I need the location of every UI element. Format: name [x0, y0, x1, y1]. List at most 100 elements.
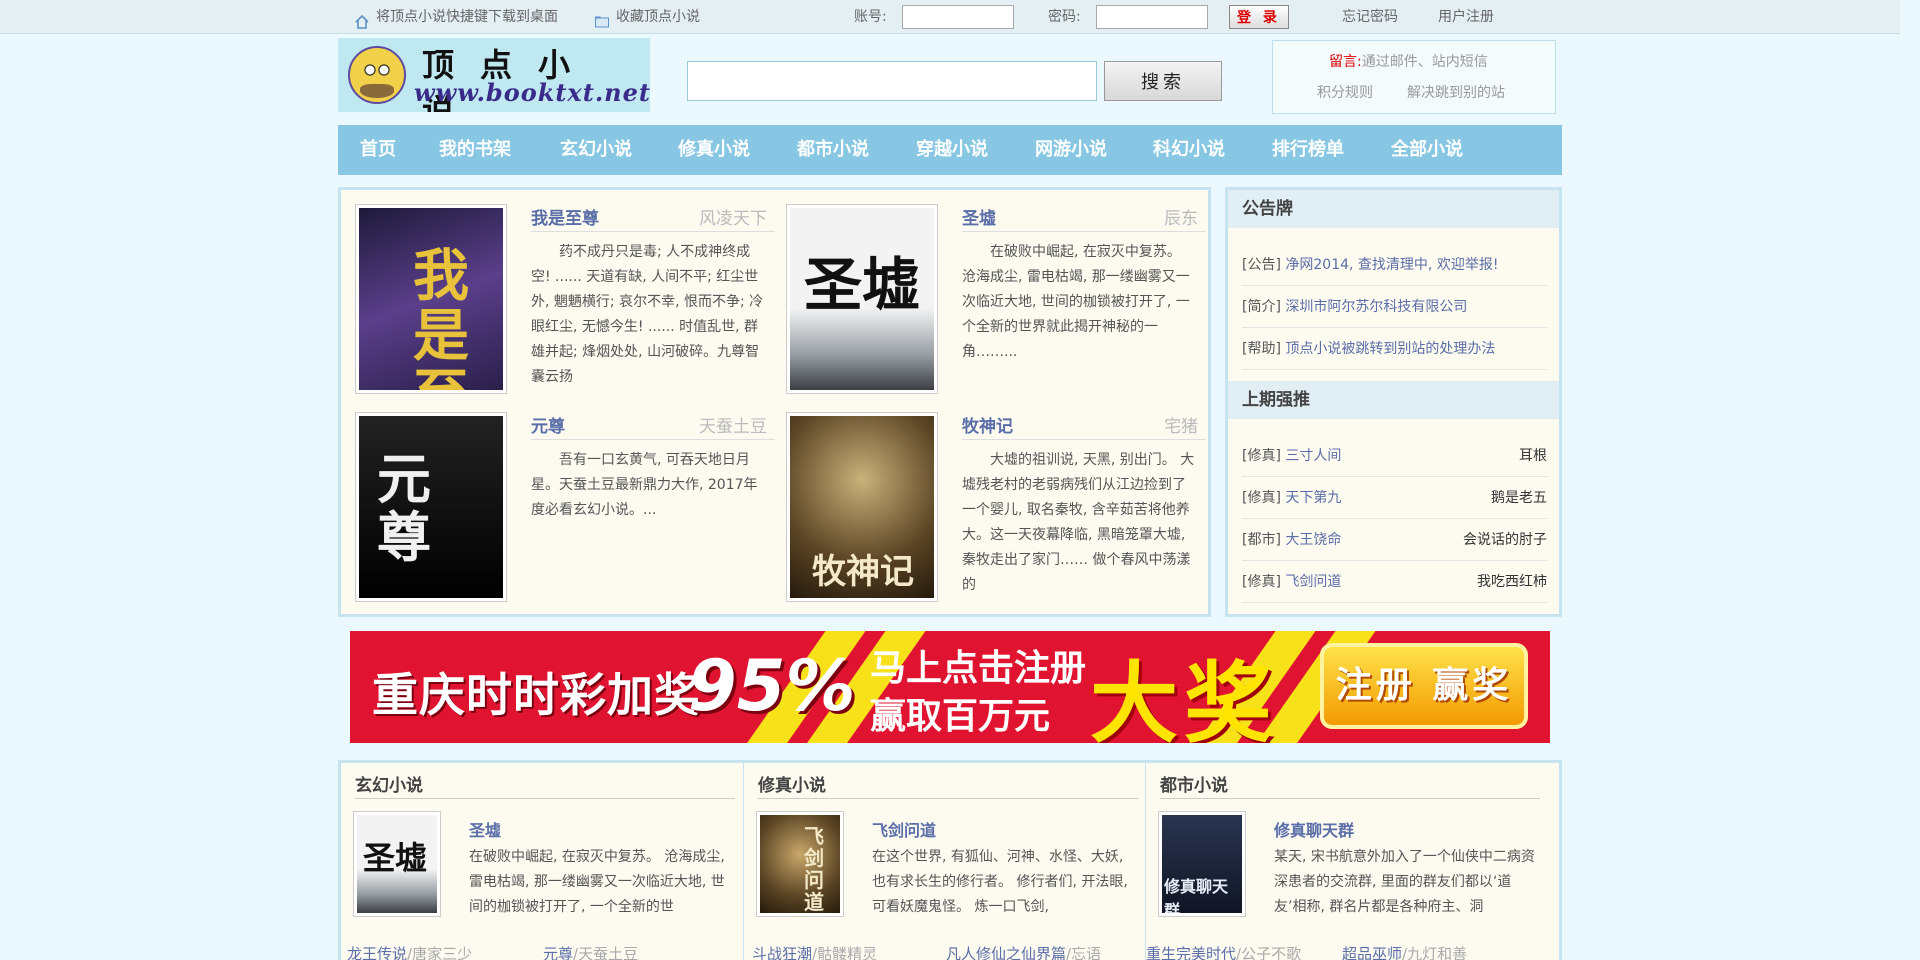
cover-title-text: 圣墟	[363, 839, 428, 877]
forgot-password-link[interactable]: 忘记密码	[1342, 0, 1398, 34]
cover-art: 我是至尊	[359, 208, 503, 390]
book-author[interactable]: 天蚕土豆	[699, 412, 767, 437]
nav-wangyou[interactable]: 网游小说	[1035, 125, 1107, 175]
message-link[interactable]: 通过邮件、站内短信	[1362, 54, 1488, 70]
more-book: 元尊/天蚕土豆	[543, 943, 638, 960]
book-cover[interactable]: 圣墟	[786, 204, 938, 394]
category-book-title[interactable]: 修真聊天群	[1274, 817, 1354, 841]
book-description: 吾有一口玄黄气, 可吞天地日月星。天蚕土豆最新鼎力大作, 2017年度必看玄幻小…	[531, 452, 758, 518]
cover-title-text: 我是至尊	[413, 243, 469, 390]
featured-book: 元尊 元尊 天蚕土豆 吾有一口玄黄气, 可吞天地日月星。天蚕土豆最新鼎力大作, …	[355, 412, 775, 612]
account-input[interactable]	[902, 5, 1014, 29]
category-book-description: 在这个世界, 有狐仙、河神、水怪、大妖, 也有求长生的修行者。 修行者们, 开法…	[872, 849, 1128, 915]
more-book: 超品巫师/九灯和善	[1342, 943, 1467, 960]
site-logo[interactable]: 顶点小说 www.booktxt.net	[338, 38, 650, 112]
recommend-author[interactable]: 我吃西红柿	[1477, 561, 1547, 602]
book-title[interactable]: 我是至尊	[531, 204, 599, 229]
book-title[interactable]: 圣墟	[962, 204, 996, 229]
search-input[interactable]	[687, 61, 1097, 101]
category-book-description: 某天, 宋书航意外加入了一个仙侠中二病资深患者的交流群, 里面的群友们都以‘道友…	[1274, 849, 1535, 915]
cover-title-text: 元尊	[377, 447, 431, 569]
recommend-book-link[interactable]: 天下第九	[1285, 490, 1341, 506]
nav-ranking[interactable]: 排行榜单	[1272, 125, 1344, 175]
nav-home[interactable]: 首页	[360, 125, 396, 175]
bookmark-desktop-label: 将顶点小说快捷键下载到桌面	[376, 9, 558, 25]
divider	[531, 439, 775, 440]
book-author[interactable]: 宅猪	[1164, 412, 1198, 437]
recommend-author[interactable]: 鹅是老五	[1491, 477, 1547, 518]
cover-title-text: 圣墟	[804, 251, 921, 319]
more-book-title[interactable]: 凡人修仙之仙界篇	[946, 945, 1066, 960]
redirect-fix-link[interactable]: 解决跳到别的站	[1407, 82, 1505, 102]
recommend-category: [都市]	[1242, 532, 1281, 548]
more-book-title[interactable]: 元尊	[543, 945, 573, 960]
recommend-author[interactable]: 会说话的肘子	[1463, 519, 1547, 560]
nav-xuanhuan[interactable]: 玄幻小说	[560, 125, 632, 175]
category-column: 玄幻小说 圣墟 圣墟 在破败中崛起, 在寂灭中复苏。 沧海成尘, 雷电枯竭, 那…	[341, 763, 743, 960]
category-heading: 修真小说	[758, 771, 1138, 799]
category-book-cover[interactable]: 飞剑问道	[756, 811, 844, 917]
cover-art: 牧神记	[790, 416, 934, 598]
nav-chuanyue[interactable]: 穿越小说	[916, 125, 988, 175]
book-description: 药不成丹只是毒; 人不成神终成空! ...... 天道有缺, 人间不平; 红尘世…	[531, 244, 764, 385]
notice-link[interactable]: 深圳市阿尔苏尔科技有限公司	[1285, 299, 1467, 315]
book-cover[interactable]: 我是至尊	[355, 204, 507, 394]
category-heading: 都市小说	[1160, 771, 1540, 799]
category-book-description: 在破败中崛起, 在寂灭中复苏。 沧海成尘, 雷电枯竭, 那一缕幽雾又一次临近大地…	[469, 849, 725, 915]
nav-all[interactable]: 全部小说	[1391, 125, 1463, 175]
more-book-author: /忘语	[1066, 945, 1102, 960]
recommend-book-link[interactable]: 三寸人间	[1285, 448, 1341, 464]
recommend-book-link[interactable]: 飞剑问道	[1285, 574, 1341, 590]
banner-big-prize: 大奖	[1090, 652, 1279, 743]
category-column: 修真小说 飞剑问道 飞剑问道 在这个世界, 有狐仙、河神、水怪、大妖, 也有求长…	[743, 763, 1145, 960]
featured-book: 我是至尊 我是至尊 风凌天下 药不成丹只是毒; 人不成神终成空! ...... …	[355, 204, 775, 404]
category-book-cover[interactable]: 修真聊天群	[1158, 811, 1246, 917]
category-book-title[interactable]: 圣墟	[469, 817, 501, 841]
notice-category: [公告]	[1242, 257, 1281, 273]
recommend-category: [修真]	[1242, 490, 1281, 506]
book-author[interactable]: 风凌天下	[699, 204, 767, 229]
cover-art: 飞剑问道	[760, 815, 840, 913]
more-book-title[interactable]: 超品巫师	[1342, 945, 1402, 960]
recommend-item: [修真] 飞剑问道 我吃西红柿	[1242, 561, 1547, 603]
points-rule-link[interactable]: 积分规则	[1317, 82, 1373, 102]
more-book-title[interactable]: 龙王传说	[347, 945, 407, 960]
banner-register-button[interactable]: 注册 赢奖	[1320, 643, 1528, 729]
recommend-author[interactable]: 耳根	[1519, 435, 1547, 476]
nav-bookshelf[interactable]: 我的书架	[439, 125, 511, 175]
book-title[interactable]: 元尊	[531, 412, 565, 437]
register-link[interactable]: 用户注册	[1438, 0, 1494, 34]
password-input[interactable]	[1096, 5, 1208, 29]
book-cover[interactable]: 牧神记	[786, 412, 938, 602]
search-button[interactable]: 搜索	[1104, 61, 1222, 101]
book-title[interactable]: 牧神记	[962, 412, 1013, 437]
recommend-item: [都市] 大王饶命 会说话的肘子	[1242, 519, 1547, 561]
more-book-title[interactable]: 重生完美时代	[1146, 945, 1236, 960]
bookmark-desktop-link[interactable]: 将顶点小说快捷键下载到桌面	[354, 0, 558, 34]
more-book-title[interactable]: 斗战狂潮	[752, 945, 812, 960]
more-book: 龙王传说/唐家三少	[347, 943, 472, 960]
notice-link[interactable]: 净网2014, 查找清理中, 欢迎举报!	[1285, 257, 1498, 273]
favorite-link[interactable]: 收藏顶点小说	[594, 0, 700, 34]
main-nav: 首页 我的书架 玄幻小说 修真小说 都市小说 穿越小说 网游小说 科幻小说 排行…	[338, 125, 1562, 175]
notice-item: [公告] 净网2014, 查找清理中, 欢迎举报!	[1242, 244, 1547, 286]
category-book-cover[interactable]: 圣墟	[353, 811, 441, 917]
divider	[962, 231, 1206, 232]
recommend-book-link[interactable]: 大王饶命	[1285, 532, 1341, 548]
password-label: 密码:	[1048, 9, 1081, 25]
nav-xiuzhen[interactable]: 修真小说	[678, 125, 750, 175]
cover-title-text: 牧神记	[812, 552, 914, 592]
category-book-title[interactable]: 飞剑问道	[872, 817, 936, 841]
ad-banner[interactable]: 重庆时时彩加奖 95% 马上点击注册 赢取百万元 大奖 注册 赢奖	[350, 631, 1550, 743]
banner-cta-line1: 马上点击注册	[870, 648, 1087, 689]
book-cover[interactable]: 元尊	[355, 412, 507, 602]
nav-dushi[interactable]: 都市小说	[797, 125, 869, 175]
notice-link[interactable]: 顶点小说被跳转到别站的处理办法	[1285, 341, 1495, 357]
notice-board: 公告牌 [公告] 净网2014, 查找清理中, 欢迎举报! [简介] 深圳市阿尔…	[1225, 187, 1562, 617]
book-author[interactable]: 辰东	[1164, 204, 1198, 229]
cover-title-text: 修真聊天群	[1164, 877, 1229, 913]
more-book: 凡人修仙之仙界篇/忘语	[946, 943, 1101, 960]
nav-kehuan[interactable]: 科幻小说	[1153, 125, 1225, 175]
cover-art: 元尊	[359, 416, 503, 598]
login-button[interactable]: 登 录	[1229, 5, 1289, 29]
